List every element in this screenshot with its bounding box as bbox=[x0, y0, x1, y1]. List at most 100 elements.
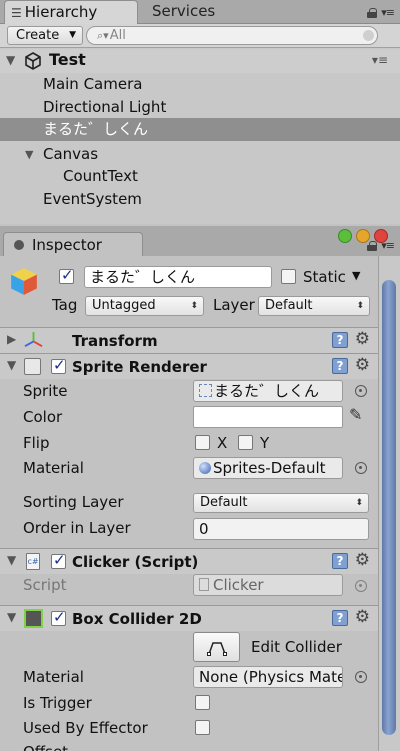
tab-menu-icon[interactable]: ▾≡ bbox=[381, 240, 395, 251]
hierarchy-item[interactable]: ▼ Canvas bbox=[0, 143, 400, 166]
inspector-tab-controls: ▾≡ bbox=[367, 240, 395, 251]
sprite-icon bbox=[199, 384, 212, 397]
fold-arrow-icon[interactable]: ▼ bbox=[7, 610, 16, 624]
unity-scene-icon bbox=[25, 52, 41, 70]
sorting-layer-label: Sorting Layer bbox=[23, 493, 124, 511]
hierarchy-tabbar: ☰ Hierarchy Services ▾≡ bbox=[0, 0, 400, 24]
script-label: Script bbox=[23, 576, 67, 594]
clicker-script-header[interactable]: ▼ c# Clicker (Script) ? ⚙ bbox=[0, 548, 378, 574]
material-field[interactable]: Sprites-Default bbox=[193, 457, 343, 479]
edit-collider-label: Edit Collider bbox=[251, 638, 342, 656]
used-by-effector-checkbox[interactable] bbox=[195, 720, 210, 735]
flip-x-label: X bbox=[217, 434, 228, 452]
hierarchy-item[interactable]: CountText bbox=[0, 165, 400, 188]
object-picker-icon bbox=[355, 580, 367, 592]
chevron-down-icon: ▼ bbox=[69, 30, 76, 40]
color-field[interactable] bbox=[193, 406, 343, 428]
script-field: Clicker bbox=[193, 574, 343, 596]
flip-y-checkbox[interactable] bbox=[238, 435, 253, 450]
material-sphere-icon bbox=[199, 462, 211, 474]
collider-material-field[interactable]: None (Physics Mate bbox=[193, 666, 343, 688]
create-button[interactable]: Create ▼ bbox=[7, 26, 83, 45]
inspector-body: まるた゛しくん Static ▼ Tag Untagged⬍ Layer Def… bbox=[0, 256, 378, 751]
fold-arrow-icon[interactable]: ▼ bbox=[25, 143, 33, 166]
tab-hierarchy[interactable]: ☰ Hierarchy bbox=[4, 0, 138, 24]
offset-label: Offset bbox=[23, 742, 68, 751]
chevron-updown-icon: ⬍ bbox=[355, 498, 363, 508]
scrollbar-thumb[interactable] bbox=[382, 280, 396, 735]
flip-y-label: Y bbox=[260, 434, 270, 452]
static-dropdown-icon[interactable]: ▼ bbox=[352, 269, 360, 282]
search-input[interactable]: ⌕▾All bbox=[86, 26, 378, 45]
box-collider-icon bbox=[24, 609, 43, 628]
search-icon: ⌕▾ bbox=[97, 29, 109, 42]
box-collider-header[interactable]: ▼ Box Collider 2D ? ⚙ bbox=[0, 605, 378, 631]
tab-services[interactable]: Services bbox=[146, 0, 236, 24]
static-checkbox[interactable] bbox=[281, 269, 296, 284]
hierarchy-item-selected[interactable]: まるた゛しくん bbox=[0, 118, 400, 141]
hierarchy-item[interactable]: Directional Light bbox=[0, 96, 400, 119]
edit-collider-icon bbox=[207, 642, 227, 656]
sprite-renderer-header[interactable]: ▼ Sprite Renderer ? ⚙ bbox=[0, 353, 378, 379]
help-icon[interactable]: ? bbox=[332, 358, 348, 374]
fold-arrow-icon[interactable]: ▼ bbox=[6, 53, 15, 67]
layer-dropdown[interactable]: Default ⬍ bbox=[258, 296, 370, 316]
gear-icon[interactable]: ⚙ bbox=[355, 607, 370, 627]
clicker-title: Clicker (Script) bbox=[72, 553, 199, 571]
lock-icon[interactable] bbox=[367, 8, 378, 18]
hierarchy-toolbar: Create ▼ ⌕▾All bbox=[0, 24, 400, 48]
tab-menu-icon[interactable]: ▾≡ bbox=[381, 7, 395, 18]
hierarchy-tab-controls: ▾≡ bbox=[367, 7, 395, 18]
inspector-scrollbar[interactable] bbox=[378, 256, 400, 751]
scene-name: Test bbox=[49, 50, 86, 69]
help-icon[interactable]: ? bbox=[332, 332, 348, 348]
sprite-renderer-icon bbox=[24, 358, 41, 375]
eyedropper-icon[interactable]: ✎ bbox=[349, 405, 362, 424]
chevron-updown-icon: ⬍ bbox=[190, 301, 198, 311]
scene-row[interactable]: ▼ Test ▾≡ bbox=[0, 49, 400, 73]
layer-label: Layer bbox=[213, 296, 255, 314]
maximize-button[interactable] bbox=[338, 229, 352, 243]
static-label: Static bbox=[303, 268, 346, 286]
object-name-field[interactable]: まるた゛しくん bbox=[84, 266, 272, 288]
transform-title: Transform bbox=[72, 332, 158, 350]
object-picker-icon[interactable] bbox=[355, 462, 367, 474]
scene-menu-icon[interactable]: ▾≡ bbox=[372, 53, 388, 67]
edit-collider-button[interactable] bbox=[193, 632, 240, 662]
hierarchy-item[interactable]: EventSystem bbox=[0, 188, 400, 211]
object-picker-icon[interactable] bbox=[355, 671, 367, 683]
chevron-updown-icon: ⬍ bbox=[356, 301, 364, 311]
hierarchy-item[interactable]: Main Camera bbox=[0, 73, 400, 96]
material-label: Material bbox=[23, 459, 84, 477]
lock-icon[interactable] bbox=[367, 241, 378, 251]
fold-arrow-icon[interactable]: ▼ bbox=[7, 358, 16, 372]
box-collider-enabled-checkbox[interactable] bbox=[51, 608, 66, 626]
gear-icon[interactable]: ⚙ bbox=[355, 355, 370, 375]
inspector-tabbar: Inspector ▾≡ bbox=[0, 226, 400, 256]
box-collider-title: Box Collider 2D bbox=[72, 610, 202, 628]
flip-label: Flip bbox=[23, 434, 50, 452]
fold-arrow-icon[interactable]: ▼ bbox=[7, 553, 16, 567]
tab-inspector[interactable]: Inspector bbox=[3, 232, 143, 256]
is-trigger-checkbox[interactable] bbox=[195, 695, 210, 710]
order-in-layer-field[interactable]: 0 bbox=[193, 518, 369, 540]
help-icon[interactable]: ? bbox=[332, 610, 348, 626]
info-icon bbox=[14, 240, 24, 250]
sprite-label: Sprite bbox=[23, 382, 68, 400]
transform-header[interactable]: ▶ Transform ? ⚙ bbox=[0, 327, 378, 353]
object-picker-icon[interactable] bbox=[355, 385, 367, 397]
sprite-field[interactable]: まるた゛しくん bbox=[193, 380, 343, 402]
clicker-enabled-checkbox[interactable] bbox=[51, 551, 66, 569]
is-trigger-label: Is Trigger bbox=[23, 694, 92, 712]
active-checkbox[interactable] bbox=[59, 266, 74, 284]
flip-x-checkbox[interactable] bbox=[195, 435, 210, 450]
gear-icon[interactable]: ⚙ bbox=[355, 329, 370, 349]
gear-icon[interactable]: ⚙ bbox=[355, 550, 370, 570]
sprite-renderer-enabled-checkbox[interactable] bbox=[51, 356, 66, 374]
script-file-icon bbox=[199, 578, 209, 591]
help-icon[interactable]: ? bbox=[332, 553, 348, 569]
sorting-layer-dropdown[interactable]: Default ⬍ bbox=[193, 493, 369, 513]
tag-dropdown[interactable]: Untagged ⬍ bbox=[85, 296, 204, 316]
fold-arrow-icon[interactable]: ▶ bbox=[7, 332, 16, 346]
search-cancel-icon[interactable] bbox=[363, 30, 374, 41]
